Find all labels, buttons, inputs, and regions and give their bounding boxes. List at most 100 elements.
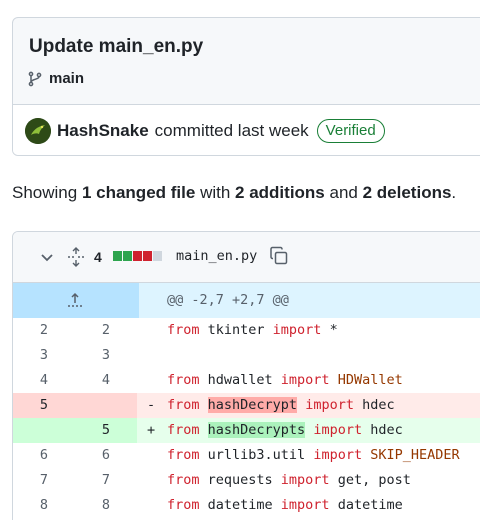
code-token: from [167,472,200,488]
deletions-count: 2 deletions [362,183,452,202]
code-token: import [280,472,330,488]
expand-up-button[interactable] [13,283,139,318]
code-token: from [167,422,200,438]
verified-badge[interactable]: Verified [316,119,385,143]
diffstat-neutral-square [153,251,162,261]
code-token: from [167,372,200,388]
chevron-down-icon[interactable] [39,249,55,265]
code-token: import [313,422,363,438]
context-line: 2 2 from tkinter import * [13,318,480,343]
code-token: hdec [353,397,395,413]
committed-text: committed last week [154,121,309,140]
code-token: import [280,497,330,513]
file-header: 4 main_en.py [13,232,480,283]
code-token: from [167,397,200,413]
code-token: import [272,322,322,338]
code-token: import [305,397,354,413]
hunk-header-row: @@ -2,7 +2,7 @@ [13,283,480,318]
diff-summary: Showing 1 changed file with 2 additions … [12,183,456,203]
branch-row[interactable]: main [27,70,84,87]
summary-and: and [329,183,358,202]
branch-name: main [49,70,85,87]
code-token: from [167,497,200,513]
added-line: 5 + from hashDecrypts import hdec [13,418,480,443]
diff-sign: + [147,422,156,438]
code-line: from hashDecrypts import hdec [167,418,403,443]
new-line-number[interactable]: 8 [75,493,137,518]
code-token: datetime [329,497,403,513]
code-token: hdec [362,422,403,438]
additions-count: 2 additions [235,183,325,202]
code-token: hashDecrypts [207,422,306,438]
old-line-number[interactable]: 6 [13,443,75,468]
expand-up-icon [68,292,82,307]
old-line-number[interactable]: 2 [13,318,75,343]
context-line: 33 [13,343,480,368]
context-line: 6 6 from urllib3.util import SKIP_HEADER [13,443,480,468]
new-line-number[interactable]: 2 [75,318,137,343]
file-diff: 4 main_en.py @@ -2,7 +2,7 @@ 2 2 from tkin… [12,231,480,520]
hunk-header: @@ -2,7 +2,7 @@ [167,292,289,308]
diffstat-del-square [133,251,142,261]
new-line-number[interactable]: 4 [75,368,137,393]
code-token: from [167,322,200,338]
diff-table: @@ -2,7 +2,7 @@ 2 2 from tkinter import * 3… [13,283,480,518]
new-line-number[interactable] [75,393,137,418]
context-line: 7 7 from requests import get, post [13,468,480,493]
code-token: import [313,447,363,463]
file-name[interactable]: main_en.py [176,248,257,264]
diffstat-del-square [143,251,152,261]
new-line-number[interactable]: 5 [75,418,137,443]
summary-with: with [200,183,231,202]
code-line: from tkinter import * [167,318,338,343]
commit-meta: HashSnake committed last week Verified [13,104,480,155]
new-line-number[interactable]: 6 [75,443,137,468]
new-line-number[interactable]: 7 [75,468,137,493]
avatar[interactable] [25,118,51,144]
code-line: from urllib3.util import SKIP_HEADER [167,443,460,468]
commit-title: Update main_en.py [29,36,204,57]
old-line-number[interactable]: 4 [13,368,75,393]
snake-avatar-icon [25,118,51,144]
summary-suffix: . [451,183,457,202]
diffstat [113,251,162,261]
code-token: HDWallet [337,372,403,388]
code-token: requests [199,472,281,488]
expand-all-icon[interactable] [67,247,85,267]
copy-icon[interactable] [269,246,289,266]
code-token: import [280,372,330,388]
git-branch-icon [28,71,42,86]
author-link[interactable]: HashSnake [57,121,149,141]
old-line-number[interactable]: 7 [13,468,75,493]
new-line-number[interactable]: 3 [75,343,137,368]
context-line: 8 8 from datetime import datetime [13,493,480,518]
code-line: from datetime import datetime [167,493,403,518]
code-token: hashDecrypt [207,397,298,413]
code-token: hdwallet [199,372,281,388]
code-line: from hashDecrypt import hdec [167,393,395,418]
old-line-number[interactable]: 3 [13,343,75,368]
code-token: get, post [329,472,411,488]
old-line-number[interactable] [13,418,75,443]
context-line: 4 4 from hdwallet import HDWallet [13,368,480,393]
files-changed-count: 1 changed file [81,183,196,202]
code-token: from [167,447,200,463]
code-token: urllib3.util [199,447,314,463]
diffstat-add-square [123,251,132,261]
diff-sign: - [147,397,156,413]
code-line: from requests import get, post [167,468,411,493]
old-line-number[interactable]: 8 [13,493,75,518]
old-line-number[interactable]: 5 [13,393,75,418]
summary-prefix: Showing [12,183,78,202]
code-line: from hdwallet import HDWallet [167,368,403,393]
code-token: tkinter [199,322,273,338]
commit-card: Update main_en.py main HashSnake committ… [12,17,480,156]
code-token: datetime [199,497,281,513]
code-token: * [321,322,338,338]
deleted-line: 5 - from hashDecrypt import hdec [13,393,480,418]
